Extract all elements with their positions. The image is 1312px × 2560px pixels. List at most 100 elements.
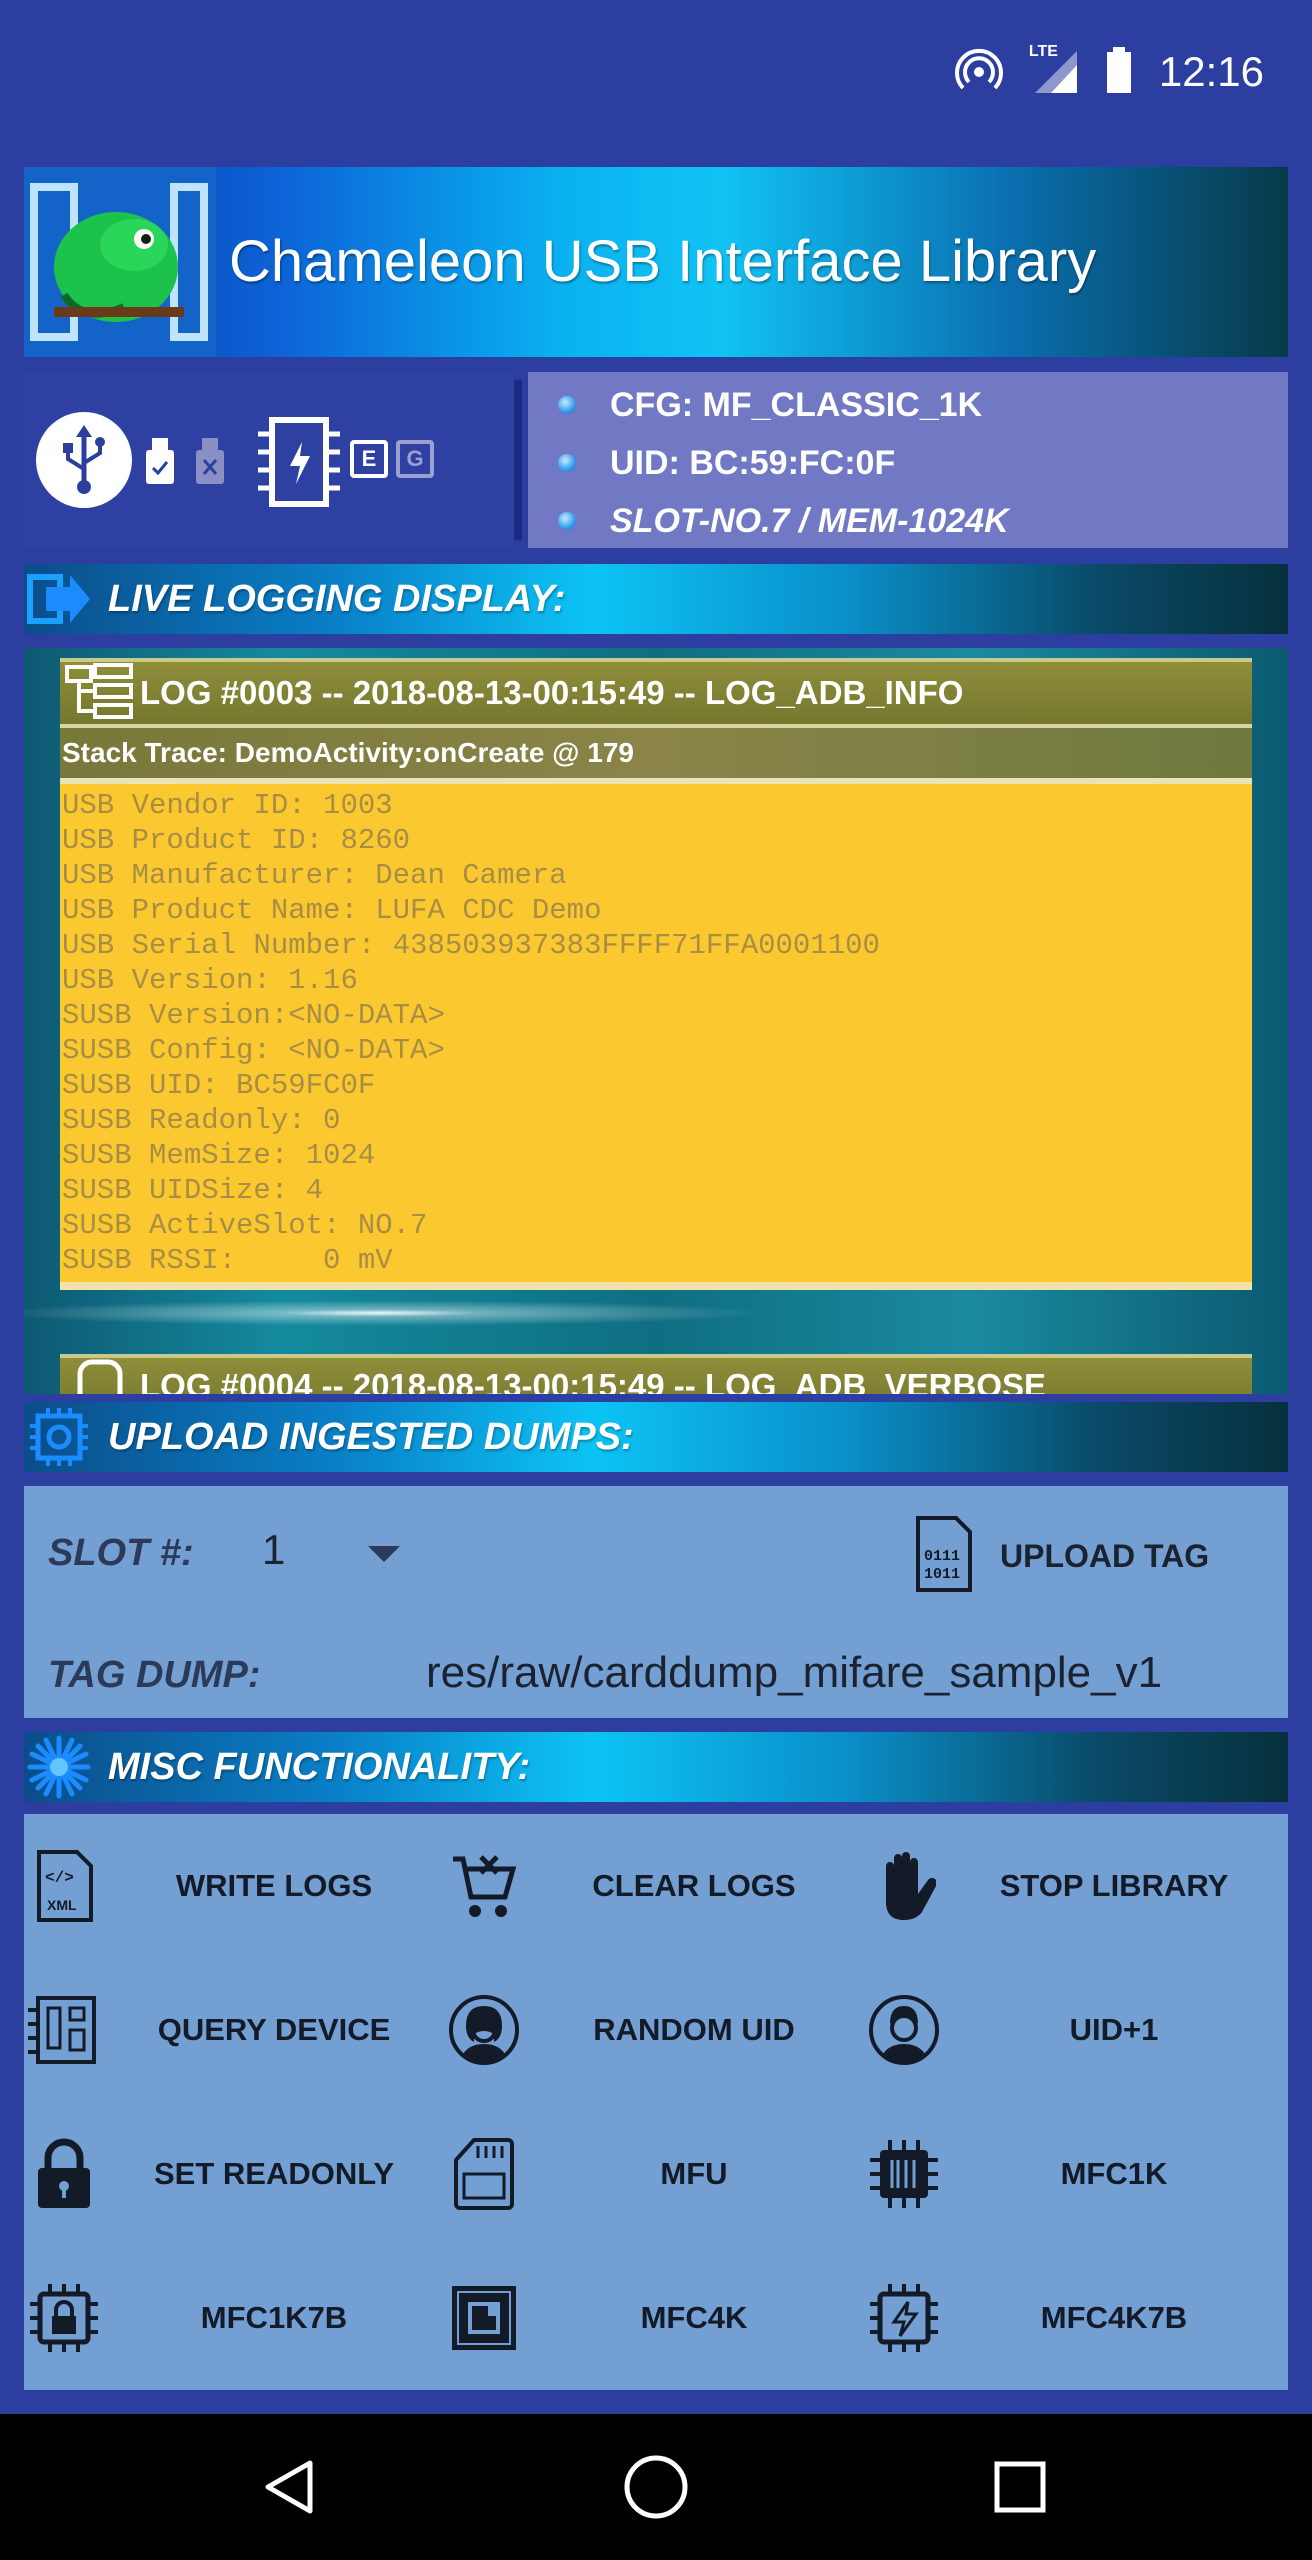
stop-library-button[interactable]: STOP LIBRARY [864,1814,1284,1958]
chevron-down-icon[interactable] [368,1546,400,1562]
live-logging-section-header: LIVE LOGGING DISPLAY: [24,564,1288,634]
log-line: SUSB Version:<NO-DATA> [62,999,445,1032]
xml-file-icon: </> XML [24,1846,104,1926]
chip-bolt-icon [864,2278,944,2358]
config-value: CFG: MF_CLASSIC_1K [610,385,983,424]
write-logs-button[interactable]: </> XML WRITE LOGS [24,1814,444,1958]
log-line: USB Version: 1.16 [62,964,358,997]
user-male-icon [864,1990,944,2070]
button-label: WRITE LOGS [175,1868,373,1903]
recents-icon[interactable] [940,2414,1100,2560]
button-label: RANDOM UID [593,2012,795,2047]
clock: 12:16 [1158,48,1264,95]
sd-card-icon [444,2134,524,2214]
arrow-right-icon [24,564,94,634]
log-entry-body: USB Vendor ID: 1003 USB Product ID: 8260… [60,778,1252,1290]
log-separator-glow [24,1283,1288,1343]
network-type-label: LTE [1028,43,1058,60]
home-icon[interactable] [576,2414,736,2560]
circuit-board-icon [24,1990,104,2070]
random-uid-button[interactable]: RANDOM UID [444,1958,864,2102]
log-entry-title: LOG #0003 -- 2018-08-13-00:15:49 -- LOG_… [140,674,964,711]
button-label: MFC4K [640,2300,748,2335]
tag-dump-label: TAG DUMP: [48,1654,261,1696]
upload-panel: SLOT #: 1 0111 1011 UPLOAD TAG TAG DUMP:… [24,1486,1288,1718]
section-title: MISC FUNCTIONALITY: [108,1745,531,1788]
section-title: LIVE LOGGING DISPLAY: [108,577,566,620]
log-display[interactable]: LOG #0003 -- 2018-08-13-00:15:49 -- LOG_… [24,648,1288,1394]
button-label: UID+1 [1069,2012,1159,2047]
config-info-panel: CFG: MF_CLASSIC_1K UID: BC:59:FC:0F SLOT… [528,372,1288,548]
hand-stop-icon [864,1846,944,1926]
clear-logs-button[interactable]: CLEAR LOGS [444,1814,864,1958]
button-label: CLEAR LOGS [592,1868,796,1903]
upload-tag-label: UPLOAD TAG [1000,1537,1210,1574]
log-line: SUSB MemSize: 1024 [62,1139,376,1172]
log-line: SUSB UID: BC59FC0F [62,1069,376,1102]
slot-label: SLOT #: [48,1532,194,1574]
uid-plus-one-button[interactable]: UID+1 [864,1958,1284,2102]
log-tree-icon [60,663,140,723]
sparkle-icon [24,1732,94,1802]
svg-text:0111: 0111 [924,1548,960,1565]
log-entry-title: LOG #0004 -- 2018-08-13-00:15:49 -- LOG_… [140,1367,1047,1394]
button-label: STOP LIBRARY [999,1868,1229,1903]
uid-value: UID: BC:59:FC:0F [610,443,896,482]
chip-mode-g-badge: G [396,440,434,478]
mfc1k-button[interactable]: MFC1K [864,2102,1284,2246]
mfc1k7b-button[interactable]: MFC1K7B [24,2246,444,2390]
app-title: Chameleon USB Interface Library [229,229,1097,294]
mfc4k7b-button[interactable]: MFC4K7B [864,2246,1284,2390]
slot-select[interactable]: 1 [262,1526,285,1574]
svg-text:1011: 1011 [924,1566,960,1583]
chip-lock-icon [24,2278,104,2358]
bullet-icon [558,454,576,472]
chip-square-icon [444,2278,524,2358]
log-entry: LOG #0003 -- 2018-08-13-00:15:49 -- LOG_… [60,658,1252,1290]
mfc4k-button[interactable]: MFC4K [444,2246,864,2390]
set-readonly-button[interactable]: SET READONLY [24,2102,444,2246]
bullet-icon [558,512,576,530]
binary-file-icon: 0111 1011 [914,1515,974,1597]
bullet-icon [558,396,576,414]
log-line: SUSB Readonly: 0 [62,1104,341,1137]
uid-line: UID: BC:59:FC:0F [558,434,1288,492]
chip-gear-icon [24,1402,94,1472]
device-divider [514,380,522,540]
upload-tag-button[interactable]: 0111 1011 UPLOAD TAG [914,1515,1210,1597]
chip-mode-e-badge: E [350,440,388,478]
log-line: SUSB Config: <NO-DATA> [62,1034,445,1067]
device-status-row: E G CFG: MF_CLASSIC_1K UID: BC:59:FC:0F … [24,372,1288,548]
chameleon-logo [24,167,216,357]
query-device-button[interactable]: QUERY DEVICE [24,1958,444,2102]
log-line: SUSB RSSI: 0 mV [62,1244,393,1277]
button-label: MFC4K7B [1040,2300,1188,2335]
button-label: MFC1K [1060,2156,1168,2191]
upload-section-header: UPLOAD INGESTED DUMPS: [24,1402,1288,1472]
back-icon[interactable] [210,2414,370,2560]
chip-barcode-icon [864,2134,944,2214]
lock-icon [24,2134,104,2214]
app-header: Chameleon USB Interface Library [24,167,1288,357]
navigation-bar [0,2414,1312,2560]
button-label: QUERY DEVICE [157,2012,391,2047]
device-indicators: E G [24,372,514,548]
log-stack-trace: Stack Trace: DemoActivity:onCreate @ 179 [60,724,1252,778]
cart-clear-icon [444,1846,524,1926]
slot-line: SLOT-NO.7 / MEM-1024K [558,492,1288,550]
log-entry-header: LOG #0003 -- 2018-08-13-00:15:49 -- LOG_… [60,658,1252,724]
section-title: UPLOAD INGESTED DUMPS: [108,1415,634,1458]
slot-memory-value: SLOT-NO.7 / MEM-1024K [610,501,1009,540]
signal-icon: LTE [1029,43,1079,97]
log-line: USB Serial Number: 438503937383FFFF71FFA… [62,929,880,962]
log-entry: LOG #0004 -- 2018-08-13-00:15:49 -- LOG_… [60,1354,1252,1394]
svg-text:XML: XML [47,1897,77,1913]
battery-icon [1105,45,1133,100]
tag-dump-field[interactable]: res/raw/carddump_mifare_sample_v1 [426,1648,1162,1698]
chip-icon [254,412,344,517]
usb-icon[interactable] [36,412,132,508]
status-bar: LTE 12:16 [0,0,1312,145]
mfu-button[interactable]: MFU [444,2102,864,2246]
log-line: USB Product ID: 8260 [62,824,411,857]
button-label: MFU [660,2156,728,2191]
